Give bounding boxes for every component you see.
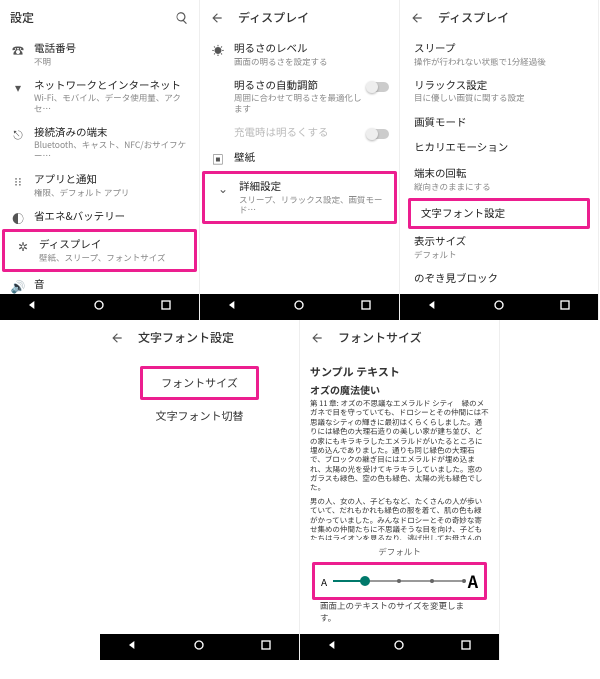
item-display-size[interactable]: 表示サイズデフォルト (400, 229, 598, 266)
settings-list: ☎ 電話番号不明 ▾ ネットワークとインターネットWi-Fi、モバイル、データ使… (0, 34, 199, 294)
nav-recent[interactable] (358, 297, 374, 317)
nav-recent[interactable] (258, 637, 274, 657)
screen-display: ディスプレイ ☀ 明るさのレベル画面の明るさを設定する 明るさの自動調節周囲に合… (200, 0, 400, 320)
back-arrow-icon[interactable] (210, 9, 224, 26)
wifi-icon: ▾ (10, 79, 26, 96)
back-arrow-icon[interactable] (110, 329, 124, 346)
screen-font-size: フォントサイズ サンプル テキスト オズの魔法使い 第 11 章: オズの不思議… (300, 320, 500, 660)
item-rotation[interactable]: 端末の回転縦向きのままにする (400, 161, 598, 198)
slider-label: デフォルト (310, 546, 489, 558)
item-phone[interactable]: ☎ 電話番号不明 (0, 36, 199, 73)
nav-home[interactable] (391, 637, 407, 657)
navbar (200, 294, 399, 320)
nav-back[interactable] (25, 297, 41, 317)
navbar (400, 294, 598, 320)
sample-text: サンプル テキスト オズの魔法使い 第 11 章: オズの不思議なエメラルド シ… (300, 356, 499, 540)
chevron-down-icon: ⌄ (215, 180, 231, 197)
slider-tick (397, 579, 401, 583)
display-icon: ✲ (15, 238, 31, 255)
battery-icon: ◐ (10, 210, 26, 227)
item-font-switch[interactable]: 文字フォント切替 (100, 400, 299, 432)
large-a-icon: A (468, 569, 478, 593)
item-display[interactable]: ✲ ディスプレイ壁紙、スリープ、フォントサイズ (2, 229, 197, 272)
sample-sub: オズの魔法使い (310, 382, 489, 397)
nav-recent[interactable] (458, 637, 474, 657)
page-title: フォントサイズ (338, 329, 422, 346)
toggle[interactable] (367, 129, 389, 139)
toggle[interactable] (367, 82, 389, 92)
devices-icon: ⎋ (10, 126, 26, 143)
header: フォントサイズ (300, 320, 499, 354)
item-sleep[interactable]: スリープ操作が行われない状態で1分経過後 (400, 36, 598, 73)
item-quality[interactable]: 画質モード (400, 110, 598, 136)
item-apps[interactable]: ⁝⁝ アプリと通知権限、デフォルト アプリ (0, 167, 199, 204)
nav-recent[interactable] (158, 297, 174, 317)
display-list: ☀ 明るさのレベル画面の明るさを設定する 明るさの自動調節周囲に合わせて明るさを… (200, 34, 399, 294)
item-battery[interactable]: ◐ 省エネ&バッテリー (0, 204, 199, 230)
sample-heading: サンプル テキスト (310, 364, 489, 380)
slider-section: デフォルト A A 画面上のテキストのサイズを変更します。 (300, 540, 499, 632)
font-list: フォントサイズ 文字フォント切替 (100, 354, 299, 634)
header: ディスプレイ (200, 0, 399, 34)
navbar (100, 634, 299, 660)
item-charge-bright[interactable]: 充電時は明るくする (200, 120, 399, 146)
screen-display-adv: ディスプレイ スリープ操作が行われない状態で1分経過後 リラックス設定目に優しい… (400, 0, 599, 320)
item-font-size[interactable]: フォントサイズ (140, 366, 259, 400)
navbar (300, 634, 499, 660)
helper-text: 画面上のテキストのサイズを変更します。 (310, 600, 489, 628)
search-icon[interactable] (175, 9, 189, 26)
font-size-control: A A (312, 562, 487, 600)
font-size-slider[interactable] (333, 580, 462, 582)
brightness-icon: ☀ (210, 42, 226, 59)
nav-home[interactable] (191, 637, 207, 657)
sample-para2: 男の人、女の人、子どもなど、たくさんの人が歩いていて、だれもかれも緑色の服を着て… (310, 497, 489, 540)
item-advanced[interactable]: ⌄ 詳細設定スリープ、リラックス設定、画質モード… (202, 171, 397, 224)
phone-icon: ☎ (10, 42, 26, 59)
item-font-settings[interactable]: 文字フォント設定 (408, 198, 590, 230)
nav-back[interactable] (425, 297, 441, 317)
sound-icon: 🔊 (10, 278, 26, 294)
slider-tick (430, 579, 434, 583)
nav-home[interactable] (91, 297, 107, 317)
small-a-icon: A (321, 574, 327, 589)
header: 設定 (0, 0, 199, 34)
nav-home[interactable] (291, 297, 307, 317)
nav-back[interactable] (125, 637, 141, 657)
slider-thumb[interactable] (360, 576, 370, 586)
page-title: ディスプレイ (238, 9, 309, 26)
item-hikari[interactable]: ヒカリエモーション (400, 135, 598, 161)
nav-back[interactable] (225, 297, 241, 317)
item-relax[interactable]: リラックス設定目に優しい画質に関する設定 (400, 73, 598, 110)
page-title: 設定 (10, 9, 34, 26)
apps-icon: ⁝⁝ (10, 173, 26, 190)
item-sound[interactable]: 🔊 音音量、バイブレーション、マナーモード (0, 272, 199, 294)
back-arrow-icon[interactable] (310, 329, 324, 346)
page-title: 文字フォント設定 (138, 329, 234, 346)
header: 文字フォント設定 (100, 320, 299, 354)
nav-recent[interactable] (557, 297, 573, 317)
wallpaper-icon: ▣ (210, 151, 226, 168)
font-size-body: サンプル テキスト オズの魔法使い 第 11 章: オズの不思議なエメラルド シ… (300, 354, 499, 634)
nav-back[interactable] (325, 637, 341, 657)
header: ディスプレイ (400, 0, 598, 34)
slider-tick (462, 579, 466, 583)
nav-home[interactable] (491, 297, 507, 317)
navbar (0, 294, 199, 320)
item-auto-brightness[interactable]: 明るさの自動調節周囲に合わせて明るさを最適化します (200, 73, 399, 120)
item-connected[interactable]: ⎋ 接続済みの端末Bluetooth、キャスト、NFC/おサイフケー… (0, 120, 199, 167)
sample-para1: 第 11 章: オズの不思議なエメラルド シティ 緑のメガネで目を守っていても、… (310, 399, 489, 493)
item-peek-block[interactable]: のぞき見ブロック (400, 266, 598, 292)
screen-settings: 設定 ☎ 電話番号不明 ▾ ネットワークとインターネットWi-Fi、モバイル、デ… (0, 0, 200, 320)
item-network[interactable]: ▾ ネットワークとインターネットWi-Fi、モバイル、データ使用量、アクセ… (0, 73, 199, 120)
item-wallpaper[interactable]: ▣ 壁紙 (200, 145, 399, 171)
back-arrow-icon[interactable] (410, 9, 424, 26)
item-brightness[interactable]: ☀ 明るさのレベル画面の明るさを設定する (200, 36, 399, 73)
screen-font-settings: 文字フォント設定 フォントサイズ 文字フォント切替 (100, 320, 300, 660)
page-title: ディスプレイ (438, 9, 509, 26)
display-adv-list: スリープ操作が行われない状態で1分経過後 リラックス設定目に優しい画質に関する設… (400, 34, 598, 294)
